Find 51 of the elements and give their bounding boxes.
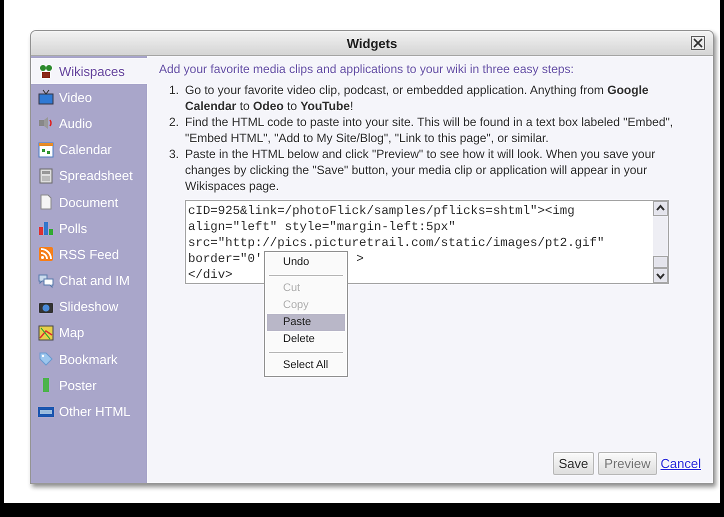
scroll-up-icon[interactable] — [653, 201, 668, 216]
sidebar-item[interactable]: Audio — [31, 110, 147, 137]
scroll-thumb[interactable] — [653, 256, 668, 268]
sidebar-item[interactable]: Video — [31, 84, 147, 110]
close-button[interactable] — [691, 36, 705, 50]
tv-icon — [38, 89, 54, 106]
scrollbar[interactable] — [653, 201, 668, 283]
menu-item[interactable]: Paste — [267, 314, 345, 331]
tag-icon — [38, 351, 54, 368]
sidebar-item[interactable]: Bookmark — [31, 346, 147, 372]
step-text: Go to your favorite video clip, podcast, or embedded application. Anything from Google Calendar to Odeo to YouTube! — [185, 82, 650, 114]
sidebar-item[interactable]: Other HTML — [31, 398, 147, 425]
sidebar-item[interactable]: Calendar — [31, 136, 147, 163]
scroll-down-icon[interactable] — [653, 268, 668, 283]
intro-text: Add your favorite media clips and applications to your wiki in three easy steps: — [159, 62, 575, 76]
step-text: Paste in the HTML below and click "Preview" to see how it will look. When you save your changes by clicking the "Save" button, your media clip or application will appear in your Wikispaces page. — [185, 146, 656, 194]
step-number: 2. — [168, 114, 180, 131]
calculator-icon — [38, 168, 54, 184]
sidebar-item[interactable]: RSS Feed — [31, 241, 147, 268]
code-line: </div> — [188, 268, 233, 282]
menu-item[interactable]: Select All — [267, 357, 345, 374]
sidebar-item[interactable]: Document — [31, 188, 147, 216]
code-line: border="0' — [188, 252, 262, 266]
sidebar-item[interactable]: Map — [31, 320, 147, 346]
step-number: 3. — [168, 146, 180, 163]
code-line: align="left" style="margin-left:5px" — [188, 220, 456, 234]
menu-item[interactable]: Undo — [267, 254, 345, 271]
menu-item[interactable]: Delete — [267, 331, 345, 348]
speaker-icon — [38, 115, 54, 132]
sidebar-item[interactable]: Chat and IM — [31, 268, 147, 294]
code-line: src="http://pics.picturetrail.com/static/images/pt2.gif" — [188, 236, 604, 250]
close-icon — [693, 38, 703, 48]
rss-icon — [38, 246, 54, 262]
cancel-link[interactable]: Cancel — [660, 456, 701, 471]
step-text: Find the HTML code to paste into your site. This will be found in a text box labeled "Embed", "Embed HTML", "Add to My Site/Blog", "Link to this page", or similar. — [185, 114, 674, 146]
bar-chart-icon — [38, 220, 54, 236]
map-icon — [38, 324, 54, 341]
sidebar-item[interactable]: Polls — [31, 215, 147, 242]
sidebar-item[interactable]: Slideshow — [31, 294, 147, 320]
sidebar-item[interactable]: Wikispaces — [31, 58, 148, 84]
save-button[interactable]: Save — [552, 452, 594, 475]
code-line: > — [356, 252, 364, 266]
window-title: Widgets — [346, 36, 398, 50]
calendar-icon — [38, 142, 54, 158]
step-number: 1. — [168, 82, 180, 99]
speech-bubbles-icon — [38, 272, 54, 289]
code-line: cID=925&link=/photoFlick/samples/pflicks=shtml"><img — [188, 204, 575, 218]
document-icon — [38, 194, 54, 210]
sidebar-item[interactable]: Spreadsheet — [31, 162, 147, 189]
sidebar-item[interactable]: Poster — [31, 372, 147, 398]
plant-icon — [38, 63, 54, 80]
